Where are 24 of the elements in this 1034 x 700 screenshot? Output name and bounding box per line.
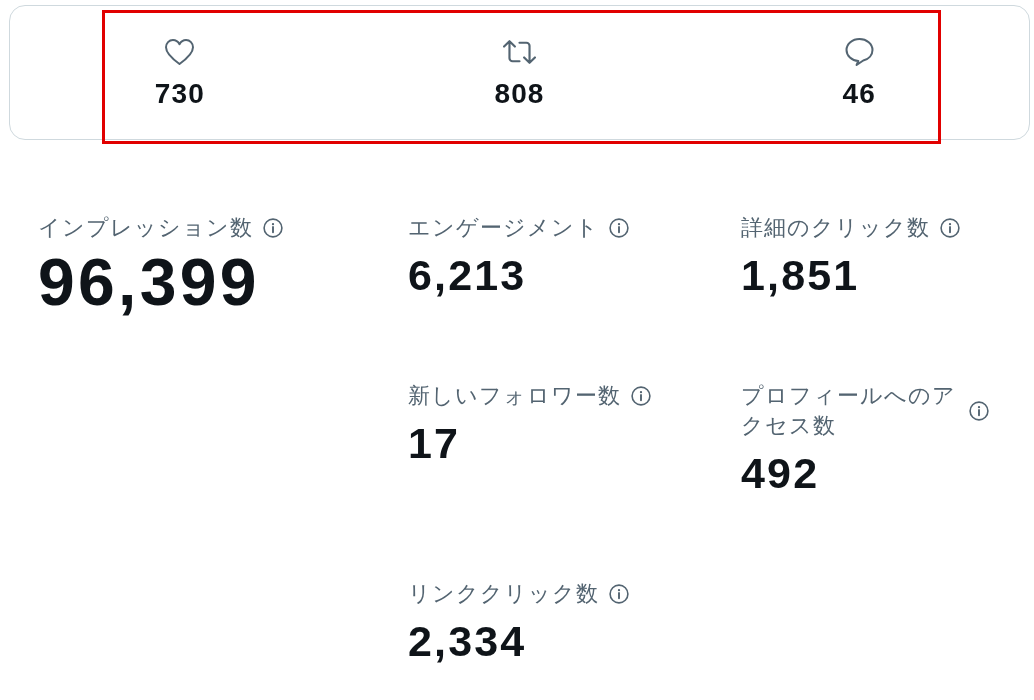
info-icon[interactable] bbox=[940, 218, 960, 238]
metric-value: 1,851 bbox=[741, 251, 861, 299]
speech-bubble-icon bbox=[844, 37, 874, 66]
metric-value: 96,399 bbox=[38, 245, 261, 319]
metric-label: 詳細のクリック数 bbox=[741, 214, 930, 242]
info-icon[interactable] bbox=[609, 218, 629, 238]
metric-label: エンゲージメント bbox=[408, 214, 599, 242]
info-icon[interactable] bbox=[631, 386, 651, 406]
stat-count: 808 bbox=[494, 78, 545, 110]
metric-label: インプレッション数 bbox=[38, 214, 253, 242]
heart-icon bbox=[165, 38, 195, 65]
metric-label: 新しいフォロワー数 bbox=[408, 382, 621, 410]
info-icon[interactable] bbox=[263, 218, 283, 238]
info-icon[interactable] bbox=[609, 584, 629, 604]
metric-label: リンククリック数 bbox=[408, 580, 599, 608]
metric-value: 492 bbox=[741, 449, 821, 497]
info-icon[interactable] bbox=[969, 401, 989, 421]
loop-arrows-icon bbox=[503, 39, 536, 64]
stat-count: 46 bbox=[842, 78, 876, 110]
metric-value: 2,334 bbox=[408, 617, 528, 665]
metric-value: 17 bbox=[408, 419, 462, 467]
metric-value: 6,213 bbox=[408, 251, 528, 299]
stat-count: 730 bbox=[154, 78, 205, 110]
metric-label: プロフィールへのアクセス数 bbox=[741, 382, 957, 440]
